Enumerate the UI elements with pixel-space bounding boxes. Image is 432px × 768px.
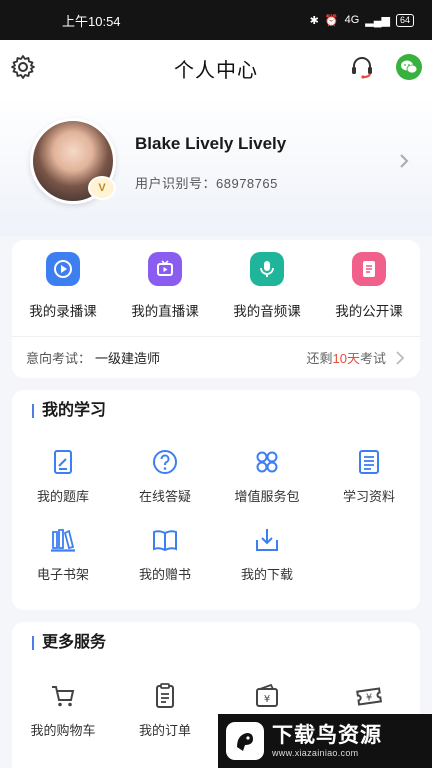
target-exam-label: 意向考试： bbox=[26, 351, 92, 366]
course-item-recorded[interactable]: 我的录播课 bbox=[12, 250, 114, 320]
wechat-icon[interactable] bbox=[396, 54, 422, 80]
question-bank-icon bbox=[54, 450, 72, 474]
course-item-live[interactable]: 我的直播课 bbox=[114, 250, 216, 320]
chevron-right-icon bbox=[396, 350, 405, 365]
vip-badge-letter: V bbox=[98, 182, 106, 194]
section-title-more: 更多服务 bbox=[32, 635, 106, 651]
study-item-bookshelf[interactable]: 电子书架 bbox=[12, 526, 114, 583]
chevron-right-icon[interactable] bbox=[398, 152, 410, 170]
service-pack-icon bbox=[256, 451, 278, 473]
settings-gear-icon[interactable] bbox=[10, 54, 36, 80]
svg-text:¥: ¥ bbox=[366, 693, 372, 704]
user-id-label: 用户识别号： bbox=[135, 176, 217, 191]
user-name: Blake Lively Lively bbox=[135, 134, 287, 153]
open-course-icon bbox=[352, 252, 386, 286]
download-icon bbox=[256, 529, 278, 551]
alarm-icon: ⏰ bbox=[324, 14, 339, 27]
target-exam: 意向考试： 一级建造师 bbox=[26, 348, 307, 367]
more-item-label: 我的购物车 bbox=[30, 723, 96, 738]
document-icon bbox=[359, 450, 379, 474]
study-item-label: 我的赠书 bbox=[138, 567, 191, 582]
audio-course-icon bbox=[250, 252, 284, 286]
header-bar: 个人中心 bbox=[0, 40, 432, 96]
profile-card[interactable]: V Blake Lively Lively 用户识别号：68978765 bbox=[0, 114, 432, 210]
bookshelf-icon bbox=[51, 529, 75, 552]
open-book-icon bbox=[153, 530, 177, 552]
svg-text:¥: ¥ bbox=[264, 694, 270, 705]
more-item-cart[interactable]: 我的购物车 bbox=[12, 682, 114, 739]
course-label: 我的音频课 bbox=[233, 304, 301, 319]
target-exam-value: 一级建造师 bbox=[95, 351, 161, 366]
study-item-label: 增值服务包 bbox=[234, 489, 300, 504]
more-item-orders[interactable]: 我的订单 bbox=[114, 682, 216, 739]
study-item-gift-books[interactable]: 我的赠书 bbox=[114, 526, 216, 583]
countdown-prefix: 还剩 bbox=[306, 351, 333, 366]
bluetooth-icon: ✱ bbox=[309, 14, 319, 27]
study-item-label: 电子书架 bbox=[36, 567, 89, 582]
study-item-service-pack[interactable]: 增值服务包 bbox=[216, 448, 318, 505]
my-study-card: 我的学习 我的题库 在线答疑 增值服务包 学习资料 电子书架 我的赠书 我的下载 bbox=[12, 390, 420, 610]
countdown-suffix: 考试 bbox=[359, 351, 386, 366]
course-item-audio[interactable]: 我的音频课 bbox=[216, 250, 318, 320]
recorded-course-icon bbox=[46, 252, 80, 286]
bird-logo-icon bbox=[226, 722, 264, 760]
study-item-downloads[interactable]: 我的下载 bbox=[216, 526, 318, 583]
study-item-online-qa[interactable]: 在线答疑 bbox=[114, 448, 216, 505]
course-label: 我的录播课 bbox=[29, 304, 97, 319]
question-mark-icon bbox=[153, 450, 177, 474]
order-icon bbox=[156, 683, 174, 708]
coupon-icon: ¥ bbox=[356, 687, 382, 706]
courses-card: 我的录播课 我的直播课 我的音频课 我的公开课 意向考试： 一级建造师 还剩10天… bbox=[12, 240, 420, 378]
user-id: 用户识别号：68978765 bbox=[135, 173, 278, 192]
study-item-materials[interactable]: 学习资料 bbox=[318, 448, 420, 505]
course-item-open[interactable]: 我的公开课 bbox=[318, 250, 420, 320]
section-title-study: 我的学习 bbox=[32, 403, 106, 419]
wallet-icon: ¥ bbox=[256, 683, 278, 707]
study-item-label: 学习资料 bbox=[342, 489, 395, 504]
user-id-value: 68978765 bbox=[216, 176, 278, 191]
cart-icon bbox=[52, 686, 75, 707]
study-item-label: 我的下载 bbox=[240, 567, 293, 582]
course-label: 我的公开课 bbox=[335, 304, 403, 319]
watermark-text: 下载鸟资源 www.xiazainiao.com bbox=[272, 724, 382, 758]
study-item-question-bank[interactable]: 我的题库 bbox=[12, 448, 114, 505]
live-course-icon bbox=[148, 252, 182, 286]
course-label: 我的直播课 bbox=[131, 304, 199, 319]
exam-countdown: 还剩10天考试 bbox=[307, 348, 387, 367]
study-item-label: 在线答疑 bbox=[138, 489, 191, 504]
watermark-url: www.xiazainiao.com bbox=[272, 748, 359, 758]
page-title: 个人中心 bbox=[174, 59, 258, 82]
vip-crown-icon: V bbox=[88, 176, 116, 200]
watermark-title: 下载鸟资源 bbox=[272, 724, 382, 747]
study-item-label: 我的题库 bbox=[36, 489, 89, 504]
status-time: 上午10:54 bbox=[62, 13, 121, 29]
status-icons: ✱ ⏰ 4G ▂▄▆ 64 bbox=[309, 13, 414, 27]
signal-icon: ▂▄▆ bbox=[365, 14, 390, 27]
watermark-banner: 下载鸟资源 www.xiazainiao.com bbox=[218, 714, 432, 768]
network-type: 4G bbox=[344, 14, 360, 26]
target-exam-row[interactable]: 意向考试： 一级建造师 还剩10天考试 bbox=[12, 336, 420, 378]
battery-level: 64 bbox=[395, 13, 414, 27]
more-item-label: 我的订单 bbox=[138, 723, 191, 738]
status-bar: 上午10:54 ✱ ⏰ 4G ▂▄▆ 64 bbox=[0, 0, 432, 40]
countdown-days: 10天 bbox=[332, 351, 360, 366]
customer-service-headset-icon[interactable] bbox=[349, 54, 375, 80]
